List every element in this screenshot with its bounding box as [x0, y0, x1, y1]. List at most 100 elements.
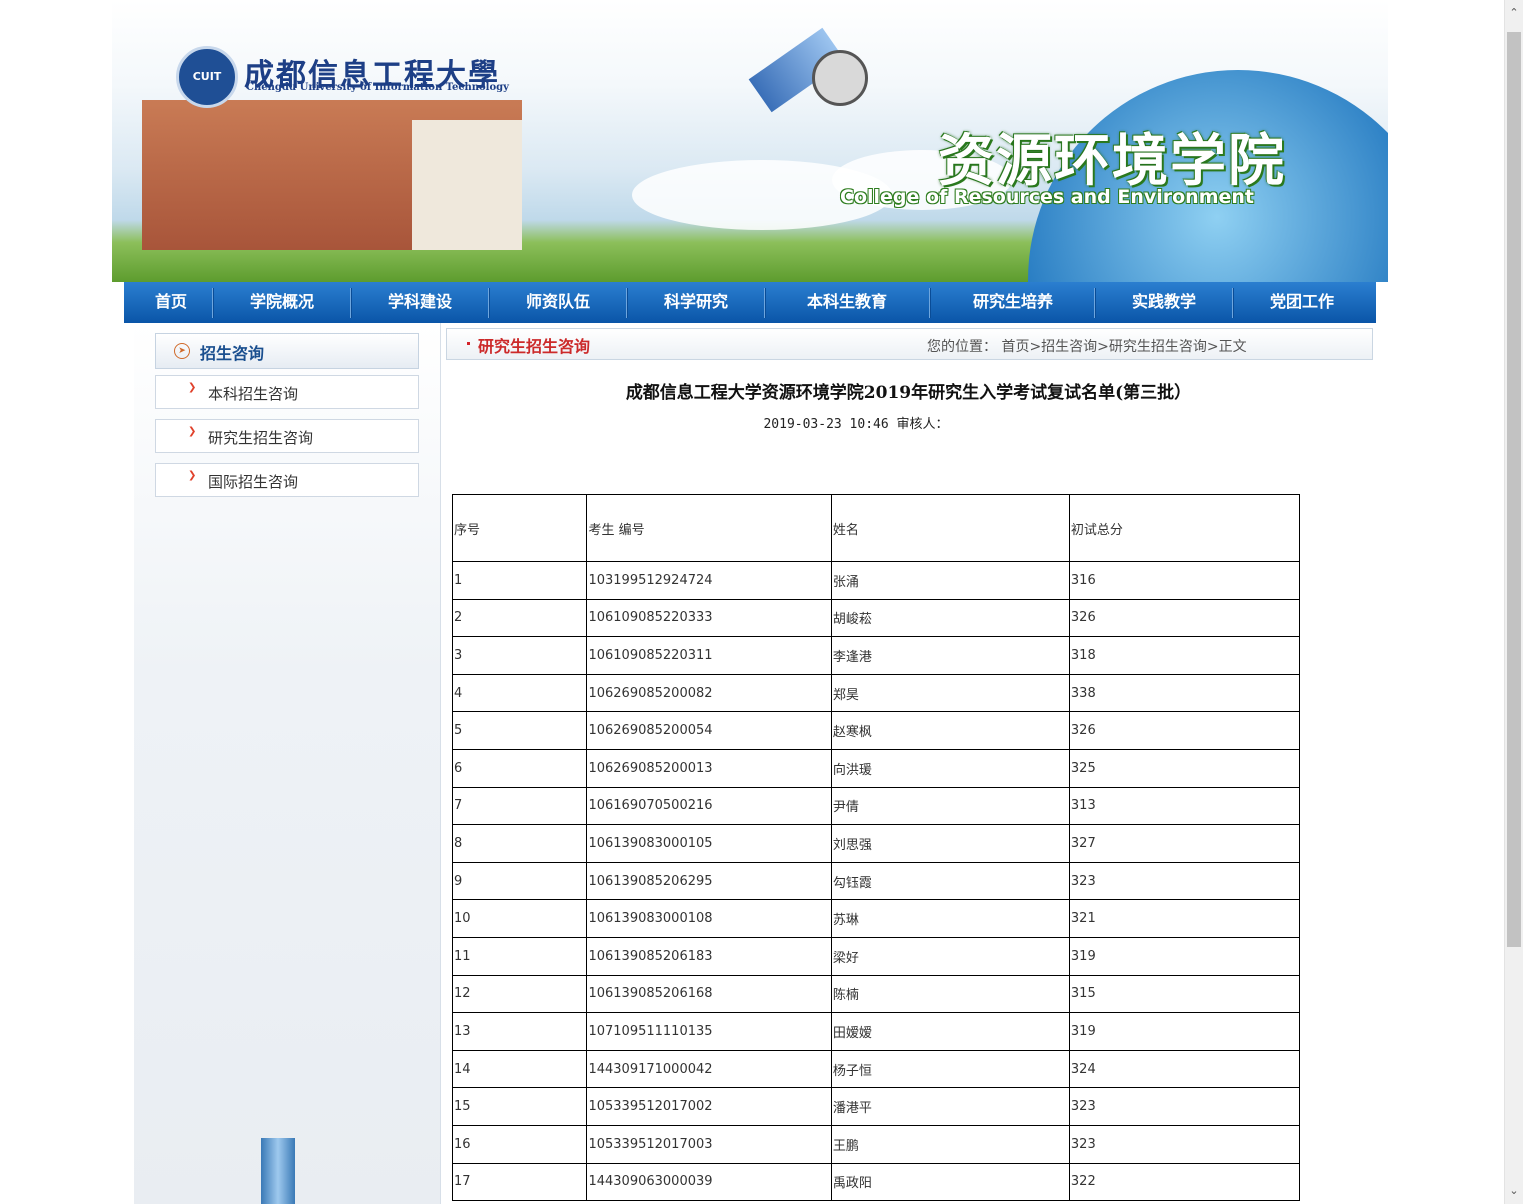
table-row: 17 144309063000039 禹政阳 322	[451, 1162, 1301, 1202]
college-name-cn: 资源环境学院	[938, 129, 1286, 194]
table-cell: 326	[1068, 711, 1301, 750]
table-cell: 勾钰霞	[830, 861, 1070, 901]
table-cell: 323	[1068, 1087, 1301, 1126]
table-row: 1 103199512924724 张涌 316	[451, 561, 1301, 600]
nav-item-party[interactable]: 党团工作	[1244, 282, 1360, 323]
table-cell: 103199512924724	[586, 561, 832, 600]
scroll-down-icon[interactable]: ⌄	[1505, 1182, 1523, 1200]
table-row: 15 105339512017002 潘港平 323	[451, 1087, 1301, 1126]
nav-item-undergrad[interactable]: 本科生教育	[776, 282, 918, 323]
table-cell: 326	[1068, 598, 1301, 638]
table-row: 6 106269085200013 向洪瑗 325	[451, 748, 1301, 788]
table-cell: 106269085200054	[586, 711, 832, 750]
scroll-up-icon[interactable]: ⌃	[1505, 4, 1523, 22]
university-name-en[interactable]: Chengdu University of Information Techno…	[246, 82, 509, 93]
table-cell: 313	[1068, 786, 1301, 826]
nav-divider	[626, 288, 628, 318]
sidebar-item-undergrad-admission[interactable]: ❯ 本科招生咨询	[155, 375, 419, 409]
table-header-cell: 考生 编号	[586, 494, 832, 562]
table-cell: 14	[451, 1049, 588, 1089]
table-cell: 尹倩	[830, 786, 1070, 826]
table-cell: 陈楠	[830, 974, 1070, 1014]
sidebar-item-label[interactable]: 研究生招生咨询	[208, 427, 313, 448]
table-cell: 向洪瑗	[830, 748, 1070, 788]
table-cell: 105339512017002	[586, 1087, 832, 1126]
building-illustration	[261, 1138, 295, 1204]
table-cell: 106139085206168	[586, 974, 832, 1014]
breadcrumb: 研究生招生咨询 您的位置： 首页>招生咨询>研究生招生咨询>正文	[446, 328, 1373, 360]
table-cell: 105339512017003	[586, 1124, 832, 1164]
table-cell: 2	[451, 598, 588, 638]
article-meta: 2019-03-23 10:46 审核人：	[763, 417, 949, 432]
university-seal-logo[interactable]: CUIT	[176, 46, 238, 108]
table-cell: 9	[451, 861, 588, 901]
table-cell: 319	[1068, 936, 1301, 976]
table-row: 4 106269085200082 郑昊 338	[451, 673, 1301, 713]
header-banner: CUIT 成都信息工程大學 Chengdu University of Info…	[112, 0, 1388, 282]
table-cell: 323	[1068, 1124, 1301, 1164]
satellite-body-image	[812, 50, 868, 106]
sidebar-item-label[interactable]: 国际招生咨询	[208, 471, 298, 492]
sidebar-item-label[interactable]: 本科招生咨询	[208, 383, 298, 404]
table-cell: 106109085220333	[586, 598, 832, 638]
table-cell: 3	[451, 636, 588, 675]
table-cell: 17	[451, 1162, 588, 1202]
table-row: 11 106139085206183 梁好 319	[451, 936, 1301, 976]
table-row: 9 106139085206295 勾钰霞 323	[451, 861, 1301, 901]
table-row: 13 107109511110135 田嫒嫒 319	[451, 1012, 1301, 1051]
table-cell: 319	[1068, 1012, 1301, 1051]
table-row: 2 106109085220333 胡峻菘 326	[451, 598, 1301, 638]
table-cell: 10	[451, 899, 588, 938]
table-cell: 12	[451, 974, 588, 1014]
nav-divider	[1094, 288, 1096, 318]
table-cell: 316	[1068, 561, 1301, 600]
table-cell: 144309171000042	[586, 1049, 832, 1089]
table-cell: 144309063000039	[586, 1162, 832, 1202]
nav-item-about[interactable]: 学院概况	[224, 282, 340, 323]
table-cell: 4	[451, 673, 588, 713]
table-cell: 338	[1068, 673, 1301, 713]
table-cell: 8	[451, 824, 588, 863]
table-cell: 321	[1068, 899, 1301, 938]
table-cell: 327	[1068, 824, 1301, 863]
nav-divider	[764, 288, 766, 318]
table-cell: 刘思强	[830, 824, 1070, 863]
nav-divider	[212, 288, 214, 318]
table-row: 10 106139083000108 苏琳 321	[451, 899, 1301, 938]
table-cell: 106269085200082	[586, 673, 832, 713]
table-cell: 106269085200013	[586, 748, 832, 788]
nav-item-home[interactable]: 首页	[142, 282, 200, 323]
nav-divider	[929, 288, 931, 318]
table-cell: 郑昊	[830, 673, 1070, 713]
table-header-row: 序号 考生 编号 姓名 初试总分	[451, 494, 1301, 562]
nav-item-research[interactable]: 科学研究	[638, 282, 754, 323]
sidebar-item-graduate-admission[interactable]: ❯ 研究生招生咨询	[155, 419, 419, 453]
table-row: 5 106269085200054 赵寒枫 326	[451, 711, 1301, 750]
table-cell: 潘港平	[830, 1087, 1070, 1126]
table-cell: 梁好	[830, 936, 1070, 976]
college-name-en: College of Resources and Environment	[840, 186, 1255, 208]
red-arrow-icon: ❯	[188, 382, 197, 393]
table-cell: 7	[451, 786, 588, 826]
nav-item-discipline[interactable]: 学科建设	[362, 282, 478, 323]
breadcrumb-location[interactable]: 您的位置： 首页>招生咨询>研究生招生咨询>正文	[927, 336, 1247, 356]
score-table: 序号 考生 编号 姓名 初试总分 1 103199512924724 张涌 316 2 10610…	[451, 494, 1301, 1202]
table-cell: 107109511110135	[586, 1012, 832, 1051]
table-cell: 318	[1068, 636, 1301, 675]
nav-item-faculty[interactable]: 师资队伍	[500, 282, 616, 323]
campus-building-image	[412, 120, 522, 250]
table-cell: 106109085220311	[586, 636, 832, 675]
table-cell: 323	[1068, 861, 1301, 901]
nav-item-practice[interactable]: 实践教学	[1106, 282, 1222, 323]
table-cell: 6	[451, 748, 588, 788]
vertical-scrollbar[interactable]: ⌃ ⌄	[1504, 0, 1523, 1204]
page-wrapper: CUIT 成都信息工程大學 Chengdu University of Info…	[112, 0, 1388, 1204]
scrollbar-thumb[interactable]	[1507, 32, 1521, 947]
table-row: 12 106139085206168 陈楠 315	[451, 974, 1301, 1014]
sidebar: ➤ 招生咨询 ❯ 本科招生咨询 ❯ 研究生招生咨询 ❯ 国际招生咨询	[134, 323, 440, 1204]
table-cell: 1	[451, 561, 588, 600]
nav-item-graduate[interactable]: 研究生培养	[942, 282, 1084, 323]
table-cell: 325	[1068, 748, 1301, 788]
sidebar-item-international-admission[interactable]: ❯ 国际招生咨询	[155, 463, 419, 497]
table-cell: 赵寒枫	[830, 711, 1070, 750]
